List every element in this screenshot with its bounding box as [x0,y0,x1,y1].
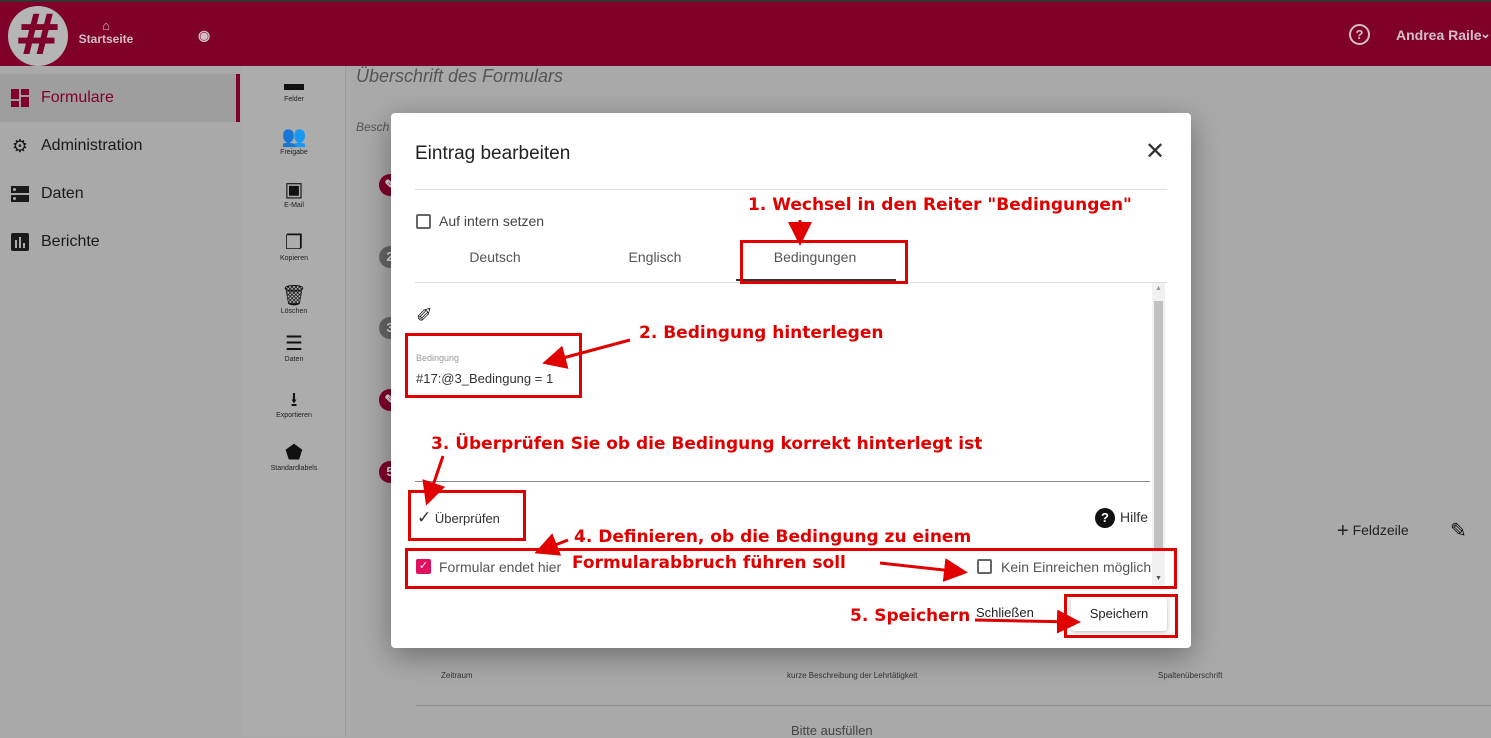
arrow-step3 [422,455,446,506]
arrow-step4a [534,533,569,556]
arrow-step4b [879,558,968,582]
arrow-step2 [542,338,631,369]
annotation-arrows [422,220,1081,634]
arrow-step5 [974,609,1081,634]
